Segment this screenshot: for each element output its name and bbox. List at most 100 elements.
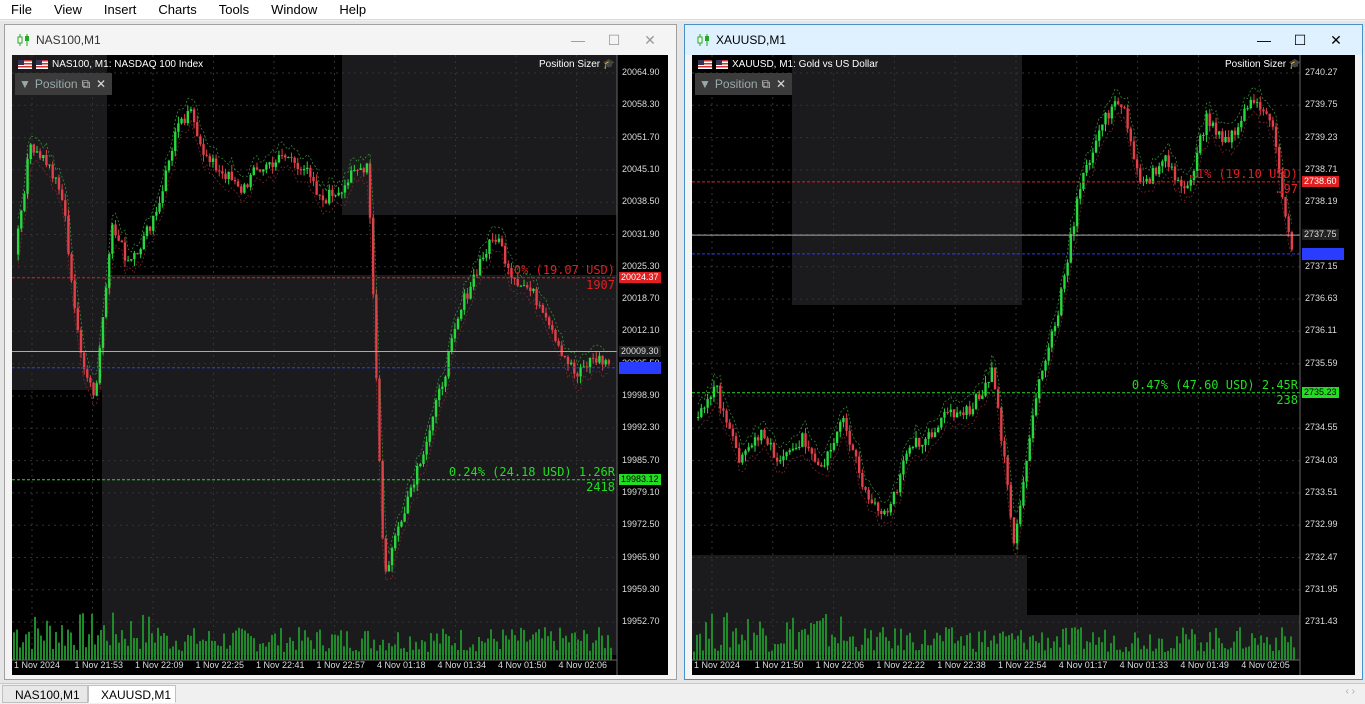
candle-body	[167, 160, 171, 171]
candle-body	[949, 409, 952, 413]
time-tick-label: 4 Nov 01:50	[498, 660, 547, 670]
candle-body	[481, 257, 485, 260]
chart-canvas[interactable]	[692, 55, 1355, 675]
restore-icon[interactable]: ⧉	[82, 77, 91, 92]
candle-body	[397, 526, 400, 536]
candle-body	[921, 444, 924, 447]
candle-body	[1246, 108, 1249, 110]
minimize-icon[interactable]: —	[1246, 32, 1282, 48]
minimize-icon[interactable]: —	[560, 32, 596, 48]
candle-body	[1104, 112, 1107, 125]
candle-body	[145, 226, 149, 236]
candle-body	[738, 448, 741, 463]
candle-body	[560, 345, 563, 356]
candle-body	[230, 171, 234, 180]
tab-nas100[interactable]: NAS100,M1	[2, 685, 88, 703]
candle-body	[384, 538, 387, 572]
price-chart-xauusd[interactable]: XAUUSD, M1: Gold vs US Dollar Position S…	[692, 55, 1355, 675]
candle-body	[249, 174, 252, 188]
candle-body	[990, 367, 994, 383]
candle-body	[290, 156, 293, 158]
candle-body	[221, 171, 224, 174]
candle-body	[1287, 216, 1290, 232]
candle-body	[598, 355, 601, 363]
candle-body	[905, 453, 908, 461]
menu-insert[interactable]: Insert	[93, 0, 148, 20]
tab-xauusd[interactable]: XAUUSD,M1	[88, 685, 176, 703]
collapse-triangle-icon[interactable]: ▼	[19, 77, 31, 91]
window-titlebar[interactable]: NAS100,M1 — ☐ ✕	[5, 25, 676, 55]
candle-body	[1060, 288, 1063, 316]
maximize-icon[interactable]: ☐	[1282, 32, 1318, 49]
tab-scroll-arrows[interactable]: ‹ ›	[1346, 686, 1355, 697]
chart-window-xauusd[interactable]: XAUUSD,M1 — ☐ ✕ XAUUSD, M1: Gold vs US D…	[684, 24, 1363, 680]
price-tick-label: 2740.27	[1305, 67, 1338, 77]
price-chart-nas100[interactable]: NAS100, M1: NASDAQ 100 Index Position Si…	[12, 55, 668, 675]
candle-body	[1274, 126, 1278, 147]
menu-window[interactable]: Window	[260, 0, 328, 20]
candle-body	[763, 429, 766, 439]
close-icon[interactable]: ✕	[632, 32, 668, 49]
menu-charts[interactable]: Charts	[147, 0, 207, 20]
menu-file[interactable]: File	[0, 0, 43, 20]
candle-body	[835, 431, 839, 443]
candle-body	[1098, 130, 1101, 141]
candle-body	[902, 460, 905, 475]
candle-body	[978, 394, 981, 400]
close-icon[interactable]: ✕	[1318, 32, 1354, 49]
candle-body	[899, 474, 902, 493]
candle-body	[1236, 127, 1240, 135]
candle-body	[965, 406, 968, 416]
menu-help[interactable]: Help	[328, 0, 377, 20]
candle-body	[576, 373, 579, 377]
candle-body	[845, 418, 848, 431]
stop-loss-sub-label: …97	[1276, 181, 1298, 196]
close-panel-icon[interactable]: ✕	[776, 77, 786, 91]
chart-header: NAS100, M1: NASDAQ 100 Index	[52, 59, 204, 70]
collapse-triangle-icon[interactable]: ▼	[699, 77, 711, 91]
close-panel-icon[interactable]: ✕	[96, 77, 106, 91]
take-profit-price-tag: 2735.23	[1302, 386, 1339, 398]
candle-body	[1022, 481, 1025, 506]
candle-body	[1031, 415, 1035, 439]
maximize-icon[interactable]: ☐	[596, 32, 632, 49]
candle-body	[848, 430, 851, 445]
candle-body	[601, 355, 604, 365]
candle-body	[469, 286, 472, 299]
restore-icon[interactable]: ⧉	[762, 77, 771, 92]
chart-tabs-bar: NAS100,M1 XAUUSD,M1 ‹ ›	[0, 683, 1365, 703]
chart-canvas[interactable]	[12, 55, 668, 675]
position-sizer-panel[interactable]: ▼ Position ⧉ ✕	[15, 73, 112, 95]
candle-body	[715, 385, 719, 387]
candle-body	[788, 450, 791, 453]
candle-body	[933, 432, 937, 438]
menu-bar: File View Insert Charts Tools Window Hel…	[0, 0, 1365, 20]
candle-body	[142, 235, 146, 250]
position-sizer-panel[interactable]: ▼ Position ⧉ ✕	[695, 73, 792, 95]
candle-body	[753, 437, 757, 446]
candle-body	[180, 118, 183, 124]
candle-body	[886, 510, 889, 513]
candle-body	[1066, 262, 1069, 276]
candle-body	[192, 109, 196, 123]
candle-body	[1015, 523, 1019, 544]
menu-view[interactable]: View	[43, 0, 93, 20]
chart-window-nas100[interactable]: NAS100,M1 — ☐ ✕ NAS100, M1: NASDAQ 100 I…	[4, 24, 677, 680]
candle-body	[359, 168, 362, 171]
candle-body	[981, 395, 984, 400]
candle-body	[1120, 104, 1123, 108]
candle-body	[551, 325, 554, 331]
candle-body	[38, 151, 42, 159]
candle-body	[422, 454, 425, 464]
candle-body	[908, 447, 911, 454]
candle-body	[930, 432, 934, 438]
candle-body	[45, 155, 48, 166]
candle-body	[1214, 122, 1218, 135]
candle-body	[722, 408, 725, 411]
candle-body	[196, 122, 199, 137]
price-tick-label: 2739.75	[1305, 99, 1338, 110]
candle-body	[346, 182, 350, 186]
candle-body	[425, 441, 428, 455]
window-titlebar[interactable]: XAUUSD,M1 — ☐ ✕	[685, 25, 1362, 55]
menu-tools[interactable]: Tools	[208, 0, 260, 20]
